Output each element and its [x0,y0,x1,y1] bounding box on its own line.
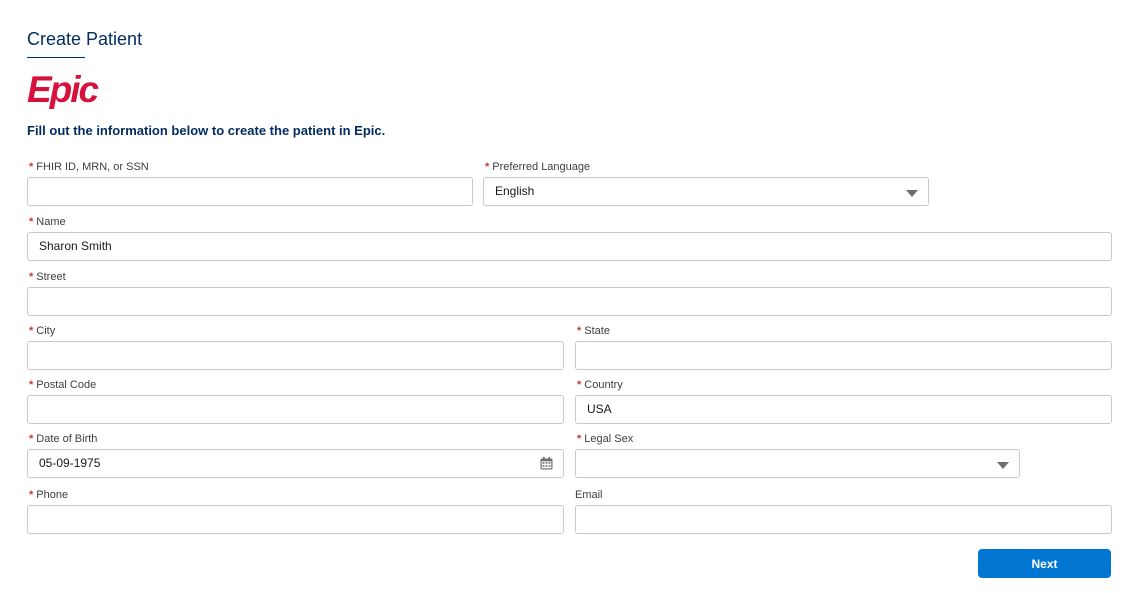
country-label: * Country [577,379,623,391]
phone-label: * Phone [29,489,69,501]
required-marker: * [29,489,34,501]
required-marker: * [577,433,582,445]
required-marker: * [29,433,34,445]
intro-text: Fill out the information below to create… [27,123,386,138]
required-marker: * [29,161,34,173]
state-field[interactable] [575,341,1112,370]
required-marker: * [29,216,34,228]
email-label: Email [575,489,603,501]
street-label: * Street [29,271,66,283]
name-field[interactable]: Sharon Smith [27,232,1112,261]
legal-sex-select[interactable] [575,449,1020,478]
phone-field[interactable] [27,505,564,534]
page-title: Create Patient [27,29,143,49]
required-marker: * [29,379,34,391]
date-of-birth-label: * Date of Birth [29,433,98,445]
email-field[interactable] [575,505,1112,534]
street-field[interactable] [27,287,1112,316]
city-field[interactable] [27,341,564,370]
fhir-id-label: * FHIR ID, MRN, or SSN [29,161,149,173]
state-label: * State [577,325,610,337]
name-label: * Name [29,216,66,228]
legal-sex-label: * Legal Sex [577,433,634,445]
fhir-id-field[interactable] [27,177,473,206]
country-field[interactable]: USA [575,395,1112,424]
next-button[interactable]: Next [978,549,1111,578]
chevron-down-icon [906,190,918,197]
title-underline [27,57,85,58]
preferred-language-label: * Preferred Language [485,161,591,173]
required-marker: * [29,325,34,337]
required-marker: * [577,325,582,337]
epic-logo: Epic [27,69,102,109]
required-marker: * [29,271,34,283]
chevron-down-icon [997,462,1009,469]
epic-logo-text: Epic [27,69,100,109]
city-label: * City [29,325,56,337]
preferred-language-select[interactable]: English [483,177,929,206]
date-of-birth-field[interactable]: 05-09-1975 [27,449,564,478]
required-marker: * [485,161,490,173]
calendar-icon[interactable] [540,457,553,470]
postal-code-field[interactable] [27,395,564,424]
postal-code-label: * Postal Code [29,379,97,391]
required-marker: * [577,379,582,391]
